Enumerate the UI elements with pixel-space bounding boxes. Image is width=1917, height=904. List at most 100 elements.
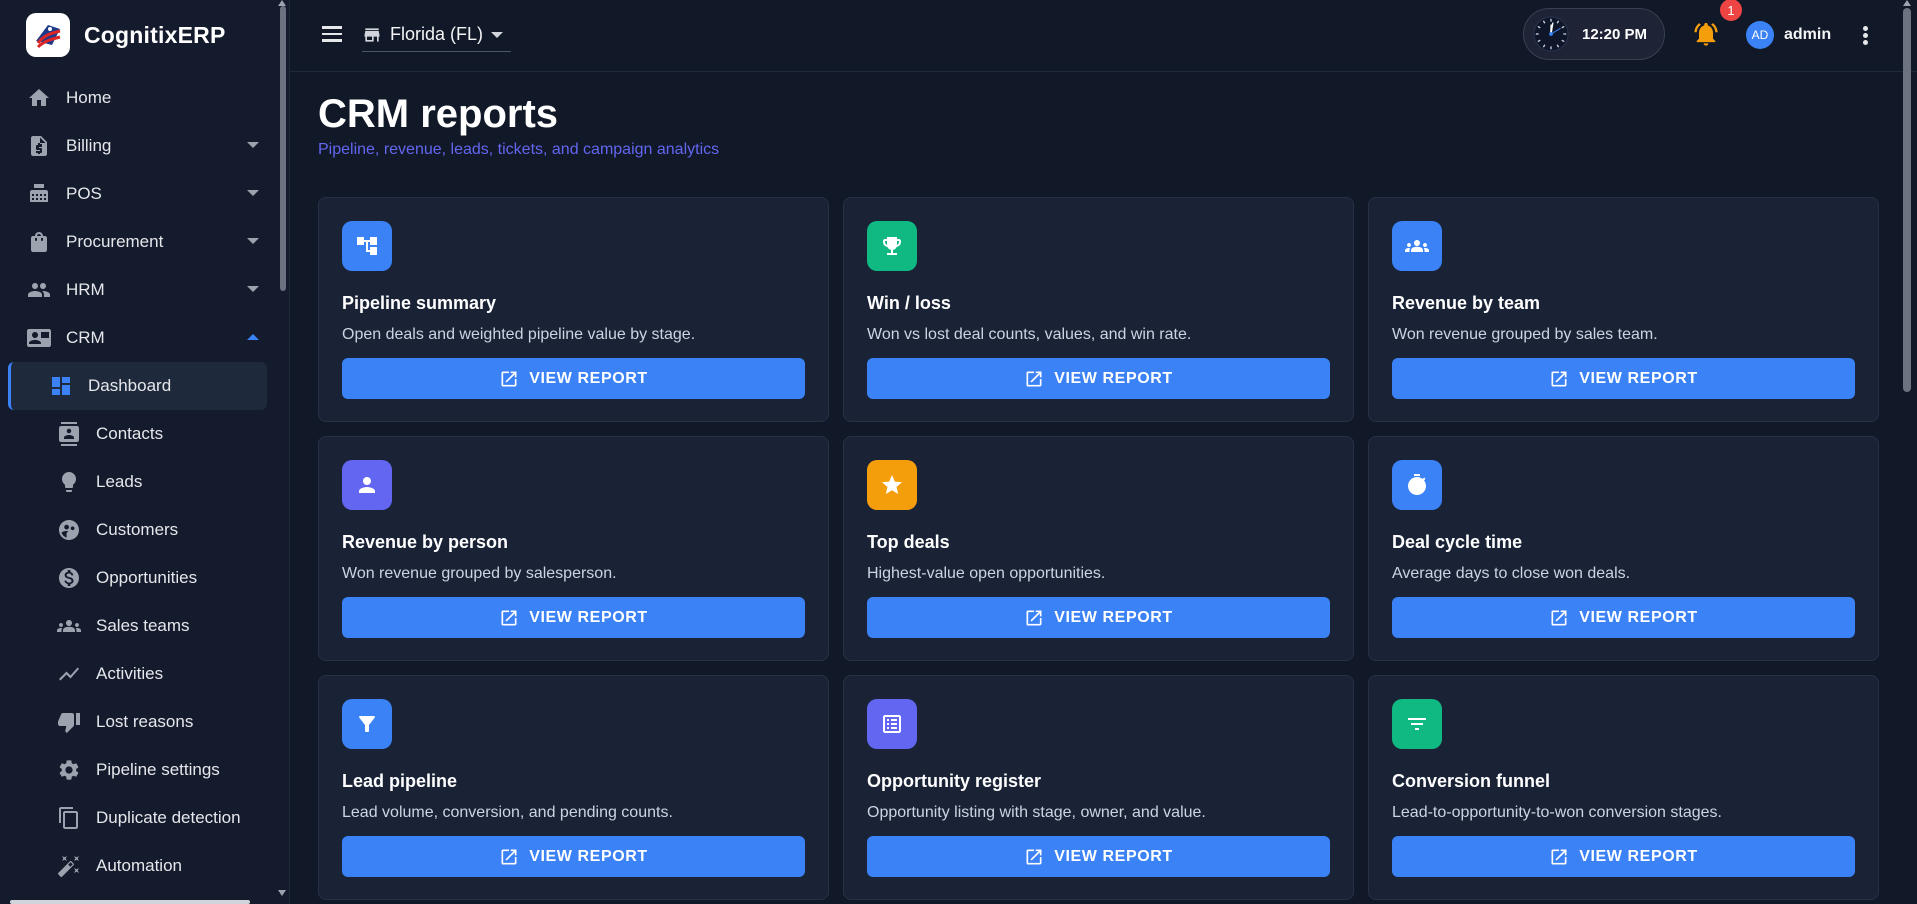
card-title: Revenue by person xyxy=(342,532,509,552)
sidebar-item-duplicate-detection[interactable]: Duplicate detection xyxy=(8,794,267,842)
sidebar-scrollbar[interactable] xyxy=(280,6,286,291)
user-name: admin xyxy=(1784,26,1832,43)
card-description: Lead volume, conversion, and pending cou… xyxy=(342,804,673,821)
sidebar-item-label: Contacts xyxy=(96,424,164,443)
brand[interactable]: CognitixERP xyxy=(0,0,289,70)
view-report-label: VIEW REPORT xyxy=(1054,608,1173,626)
sidebar-item-customers[interactable]: Customers xyxy=(8,506,267,554)
view-report-button[interactable]: VIEW REPORT xyxy=(342,358,805,399)
sidebar-item-contacts[interactable]: Contacts xyxy=(8,410,267,458)
sidebar-item-label: Opportunities xyxy=(96,568,198,587)
sidebar-item-home[interactable]: Home xyxy=(0,74,289,122)
sidebar-item-leads[interactable]: Leads xyxy=(8,458,267,506)
dollar-icon xyxy=(56,565,82,591)
report-card-revenue-by-team: Revenue by team Won revenue grouped by s… xyxy=(1368,197,1879,422)
sidebar-item-procurement[interactable]: Procurement xyxy=(0,218,289,266)
view-report-label: VIEW REPORT xyxy=(529,847,648,865)
sidebar-item-crm[interactable]: CRM xyxy=(0,314,289,362)
sidebar-item-label: Duplicate detection xyxy=(96,808,241,827)
user-menu[interactable]: AD admin xyxy=(1746,21,1831,49)
chevron-down-icon xyxy=(247,286,259,292)
chevron-down-icon xyxy=(247,238,259,244)
chevron-down-icon xyxy=(247,190,259,196)
sidebar-item-lost-reasons[interactable]: Lost reasons xyxy=(8,698,267,746)
wand-icon xyxy=(56,853,82,879)
view-report-button[interactable]: VIEW REPORT xyxy=(867,597,1330,638)
report-card-deal-cycle-time: Deal cycle time Average days to close wo… xyxy=(1368,436,1879,661)
report-card-top-deals: Top deals Highest-value open opportuniti… xyxy=(843,436,1354,661)
sidebar-item-opportunities[interactable]: Opportunities xyxy=(8,554,267,602)
sidebar-horizontal-scrollbar[interactable] xyxy=(10,900,250,904)
view-report-label: VIEW REPORT xyxy=(529,608,648,626)
sidebar-item-sales-teams[interactable]: Sales teams xyxy=(8,602,267,650)
sidebar-item-automation[interactable]: Automation xyxy=(8,842,267,890)
sidebar-item-activities[interactable]: Activities xyxy=(8,650,267,698)
card-description: Lead-to-opportunity-to-won conversion st… xyxy=(1392,804,1722,821)
card-title: Lead pipeline xyxy=(342,771,458,791)
sidebar-item-pos[interactable]: POS xyxy=(0,170,289,218)
page-scrollbar[interactable] xyxy=(1903,8,1911,392)
sidebar-item-label: CRM xyxy=(66,328,105,347)
sidebar-item-hrm[interactable]: HRM xyxy=(0,266,289,314)
view-report-label: VIEW REPORT xyxy=(1579,847,1698,865)
sidebar-item-label: Pipeline settings xyxy=(96,760,220,779)
sidebar-item-label: Customers xyxy=(96,520,179,539)
sidebar-item-label: Activities xyxy=(96,664,164,683)
trophy-icon xyxy=(867,221,917,271)
page-subtitle: Pipeline, revenue, leads, tickets, and c… xyxy=(318,141,720,158)
copy-icon xyxy=(56,805,82,831)
brand-name: CognitixERP xyxy=(84,21,226,48)
more-vert-icon[interactable] xyxy=(1860,24,1870,48)
card-description: Highest-value open opportunities. xyxy=(867,565,1106,582)
sidebar-item-label: HRM xyxy=(66,280,105,299)
view-report-button[interactable]: VIEW REPORT xyxy=(1392,597,1855,638)
customers-icon xyxy=(56,517,82,543)
page-scroll-up-arrow[interactable] xyxy=(1903,0,1911,6)
star-icon xyxy=(867,460,917,510)
view-report-button[interactable]: VIEW REPORT xyxy=(342,597,805,638)
chevron-down-icon xyxy=(491,31,504,38)
location-label: Florida (FL) xyxy=(390,24,484,44)
bag-icon xyxy=(26,229,52,255)
clock-widget: 12:20 PM xyxy=(1523,8,1665,60)
sidebar-item-label: Billing xyxy=(66,136,112,155)
open-in-new-icon xyxy=(501,371,517,386)
home-icon xyxy=(26,85,52,111)
filter-icon xyxy=(342,699,392,749)
menu-icon[interactable] xyxy=(320,22,344,46)
card-title: Top deals xyxy=(867,532,950,552)
scroll-down-arrow[interactable] xyxy=(278,890,286,896)
bell-icon[interactable] xyxy=(1692,20,1720,48)
main-content: CRM reports Pipeline, revenue, leads, ti… xyxy=(318,72,1879,900)
view-report-button[interactable]: VIEW REPORT xyxy=(1392,836,1855,877)
sidebar-item-billing[interactable]: Billing xyxy=(0,122,289,170)
clock-icon xyxy=(1533,16,1569,52)
card-title: Conversion funnel xyxy=(1392,771,1551,791)
sidebar-item-label: Sales teams xyxy=(96,616,190,635)
view-report-button[interactable]: VIEW REPORT xyxy=(867,836,1330,877)
topbar: Florida (FL) 12:20 PM 1 AD admin xyxy=(290,0,1917,72)
card-description: Average days to close won deals. xyxy=(1392,565,1631,582)
thumb-down-icon xyxy=(56,709,82,735)
report-card-pipeline-summary: Pipeline summary Open deals and weighted… xyxy=(318,197,829,422)
contacts-icon xyxy=(56,421,82,447)
chevron-down-icon xyxy=(247,142,259,148)
clock-time: 12:20 PM xyxy=(1582,25,1648,43)
location-select[interactable]: Florida (FL) xyxy=(362,18,512,52)
view-report-button[interactable]: VIEW REPORT xyxy=(867,358,1330,399)
card-description: Opportunity listing with stage, owner, a… xyxy=(867,804,1206,821)
trend-icon xyxy=(56,661,82,687)
report-card-revenue-by-person: Revenue by person Won revenue grouped by… xyxy=(318,436,829,661)
view-report-button[interactable]: VIEW REPORT xyxy=(1392,358,1855,399)
lightbulb-icon xyxy=(56,469,82,495)
people-icon xyxy=(26,277,52,303)
sidebar-item-label: Automation xyxy=(96,856,182,875)
open-in-new-icon xyxy=(1026,610,1042,625)
report-card-conversion-funnel: Conversion funnel Lead-to-opportunity-to… xyxy=(1368,675,1879,900)
view-report-button[interactable]: VIEW REPORT xyxy=(342,836,805,877)
sidebar-item-pipeline-settings[interactable]: Pipeline settings xyxy=(8,746,267,794)
person-icon xyxy=(342,460,392,510)
sidebar-item-dashboard[interactable]: Dashboard xyxy=(8,362,267,410)
open-in-new-icon xyxy=(501,849,517,864)
card-description: Won vs lost deal counts, values, and win… xyxy=(867,326,1192,343)
